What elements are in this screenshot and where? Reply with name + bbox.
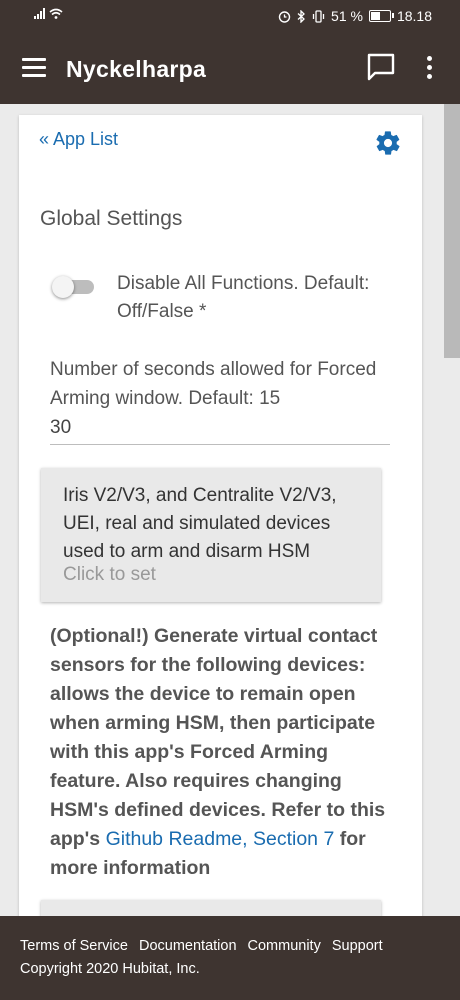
footer: Terms of Service Documentation Community… [0, 916, 460, 1000]
status-left [34, 8, 63, 19]
virtual-sensor-description: (Optional!) Generate virtual contact sen… [50, 622, 395, 883]
clock-time: 18.18 [396, 8, 432, 24]
section-title: Global Settings [40, 207, 183, 230]
community-link[interactable]: Community [248, 938, 321, 954]
app-title: Nyckelharpa [66, 56, 207, 82]
forced-arming-input[interactable]: 30 [50, 414, 390, 445]
terms-link[interactable]: Terms of Service [20, 938, 128, 954]
more-vertical-icon[interactable] [424, 56, 434, 80]
bluetooth-icon [297, 9, 305, 23]
support-link[interactable]: Support [332, 938, 383, 954]
app-bar: Nyckelharpa [0, 32, 460, 104]
settings-card: « App List Global Settings Disable All F… [19, 115, 422, 940]
toggle-label: Disable All Functions. Default: Off/Fals… [117, 273, 370, 322]
battery-icon [368, 10, 394, 22]
github-readme-link[interactable]: Github Readme, Section 7 [106, 828, 335, 850]
copyright: Copyright 2020 Hubitat, Inc. [20, 961, 200, 977]
disable-all-toggle[interactable] [52, 276, 96, 298]
description-text: (Optional!) Generate virtual contact sen… [50, 625, 386, 850]
device-selector-text: Iris V2/V3, and Centralite V2/V3, UEI, r… [63, 485, 337, 562]
hamburger-menu-icon[interactable] [22, 58, 48, 78]
device-selector-hint: Click to set [63, 564, 156, 585]
footer-links: Terms of Service Documentation Community… [20, 938, 383, 954]
scrollbar-thumb[interactable] [444, 104, 460, 358]
toggle-knob [52, 276, 74, 298]
gear-icon[interactable] [374, 129, 402, 157]
documentation-link[interactable]: Documentation [139, 938, 237, 954]
alarm-icon [278, 10, 291, 23]
forced-arming-label: Number of seconds allowed for Forced Arm… [50, 359, 377, 409]
app-list-link[interactable]: « App List [39, 129, 118, 150]
vibrate-icon [312, 9, 325, 23]
device-selector-button[interactable]: Iris V2/V3, and Centralite V2/V3, UEI, r… [41, 468, 381, 602]
cellular-signal-icon [34, 8, 45, 19]
status-bar: 51 % 18.18 [0, 0, 460, 32]
battery-percent: 51 % [331, 8, 363, 24]
status-right: 51 % 18.18 [278, 8, 432, 24]
wifi-icon [49, 8, 63, 19]
chat-bubble-icon[interactable] [366, 52, 396, 82]
